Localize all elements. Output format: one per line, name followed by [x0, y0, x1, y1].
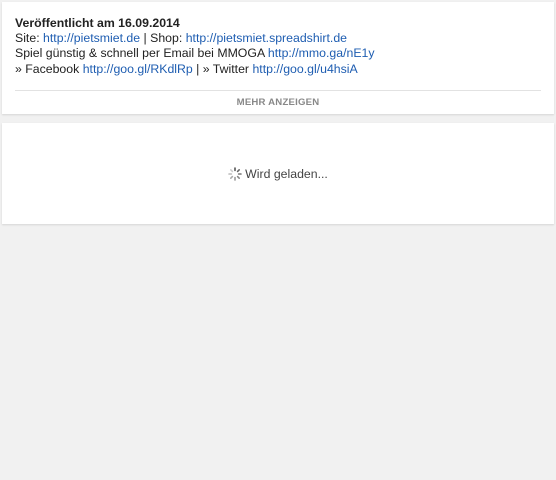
twitter-label: | » Twitter	[192, 61, 253, 76]
comments-loading-card: Wird geladen...	[2, 123, 554, 224]
facebook-link[interactable]: http://goo.gl/RKdlRp	[83, 62, 193, 76]
site-label: Site:	[15, 31, 44, 46]
loading-indicator: Wird geladen...	[2, 166, 554, 182]
site-link[interactable]: http://pietsmiet.de	[43, 31, 140, 45]
mmoga-link[interactable]: http://mmo.ga/nE1y	[268, 46, 375, 60]
shop-link[interactable]: http://pietsmiet.spreadshirt.de	[186, 31, 347, 45]
video-description-card: Veröffentlicht am 16.09.2014 Site: http:…	[2, 2, 554, 114]
show-more-button[interactable]: MEHR ANZEIGEN	[15, 91, 541, 115]
loading-spinner-icon	[228, 167, 242, 181]
shop-label: | Shop:	[140, 31, 186, 46]
published-date: Veröffentlicht am 16.09.2014	[15, 16, 180, 30]
description-line-site: Site: http://pietsmiet.de | Shop: http:/…	[15, 31, 541, 46]
facebook-label: » Facebook	[15, 61, 83, 76]
description-line-social: » Facebook http://goo.gl/RKdlRp | » Twit…	[15, 62, 541, 77]
description-line-mmoga: Spiel günstig & schnell per Email bei MM…	[15, 46, 541, 61]
loading-text: Wird geladen...	[245, 167, 328, 181]
mmoga-text: Spiel günstig & schnell per Email bei MM…	[15, 46, 268, 61]
twitter-link[interactable]: http://goo.gl/u4hsiA	[252, 62, 357, 76]
video-description: Veröffentlicht am 16.09.2014 Site: http:…	[15, 16, 541, 77]
